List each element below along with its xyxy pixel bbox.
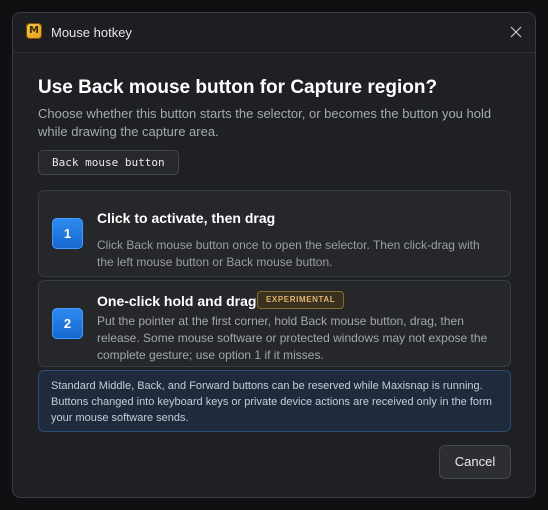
mouse-hotkey-dialog: M Mouse hotkey Use Back mouse button for… <box>12 12 536 498</box>
title-bar: M Mouse hotkey <box>13 13 535 53</box>
option-number-badge: 1 <box>52 218 83 249</box>
option-hold-and-drag[interactable]: 2 One-click hold and drag EXPERIMENTAL P… <box>38 280 511 367</box>
dialog-subtitle: Choose whether this button starts the se… <box>38 106 492 139</box>
app-icon-glyph: M <box>29 25 39 36</box>
close-button[interactable] <box>503 19 529 45</box>
option-title: Click to activate, then drag <box>97 210 276 226</box>
close-icon <box>510 26 522 38</box>
option-number-badge: 2 <box>52 308 83 339</box>
experimental-badge: EXPERIMENTAL <box>257 291 345 309</box>
window-title: Mouse hotkey <box>51 25 132 40</box>
option-click-to-activate[interactable]: 1 Click to activate, then drag Click Bac… <box>38 190 511 277</box>
cancel-button[interactable]: Cancel <box>439 445 511 479</box>
option-title: One-click hold and drag <box>97 293 257 309</box>
option-description: Put the pointer at the first corner, hol… <box>97 314 488 362</box>
app-icon: M <box>26 23 42 39</box>
mouse-button-chip: Back mouse button <box>38 150 179 175</box>
dialog-heading: Use Back mouse button for Capture region… <box>38 77 438 98</box>
option-description: Click Back mouse button once to open the… <box>97 238 480 269</box>
info-note: Standard Middle, Back, and Forward butto… <box>38 370 511 432</box>
